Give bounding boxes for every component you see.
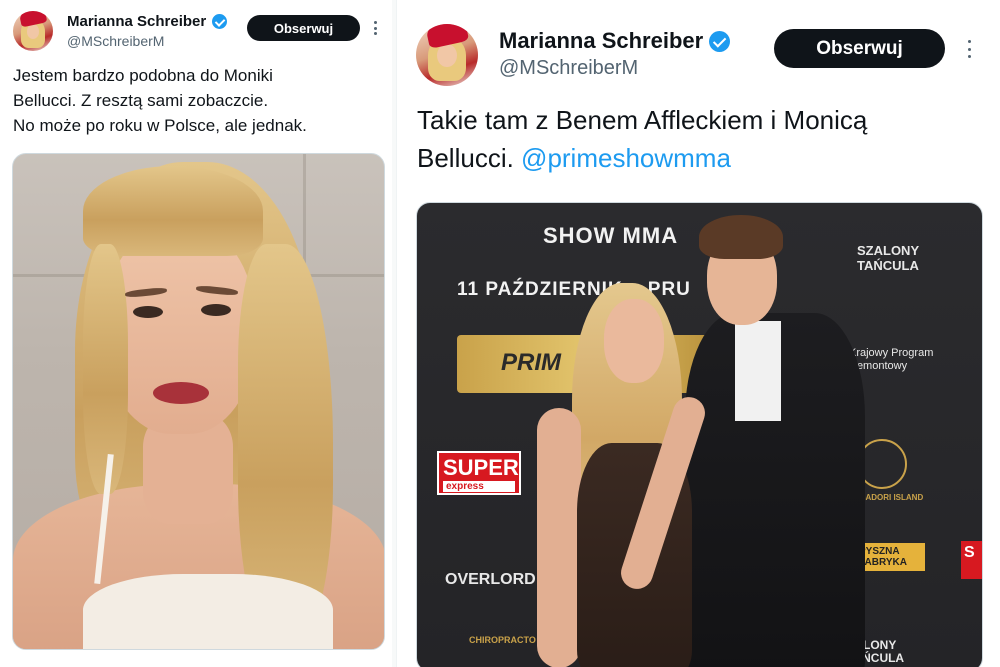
verified-badge-icon xyxy=(709,30,731,52)
pyszna-fabryka-tag: PYSZNA FABRYKA xyxy=(859,543,925,571)
tweet-left: Marianna Schreiber @MSchreiberM Obserwuj… xyxy=(0,0,392,667)
tweet-text-line: Takie tam z Benem Affleckiem i Monicą xyxy=(417,105,868,135)
tweet-text-line: Jestem bardzo podobna do Moniki xyxy=(13,66,273,85)
tweet-text: Jestem bardzo podobna do Moniki Bellucci… xyxy=(13,63,307,138)
mention-link[interactable]: @primeshowmma xyxy=(521,143,731,173)
event-photo[interactable]: SHOW MMA 11 PAŹDZIERNIK PRU PRIM SZALONY… xyxy=(416,202,983,667)
chiropractor-label: CHIROPRACTO xyxy=(469,635,536,645)
tweet-text-line: No może po roku w Polsce, ale jednak. xyxy=(13,116,307,135)
selfie-photo[interactable] xyxy=(12,153,385,650)
tweet-text-line: Bellucci. Z resztą sami zobaczcie. xyxy=(13,91,269,110)
follow-button[interactable]: Obserwuj xyxy=(247,15,360,41)
super-express-title: SUPER xyxy=(443,455,519,480)
prime-banner-text: PRIM xyxy=(501,349,561,376)
more-options-icon[interactable] xyxy=(967,40,971,58)
author-handle[interactable]: @MSchreiberM xyxy=(67,33,164,49)
overlord-logo: OVERLORD xyxy=(445,571,536,588)
author-handle[interactable]: @MSchreiberM xyxy=(499,57,638,80)
tweet-right: Marianna Schreiber @MSchreiberM Obserwuj… xyxy=(396,0,1000,667)
author-name[interactable]: Marianna Schreiber xyxy=(499,28,731,54)
author-name-text[interactable]: Marianna Schreiber xyxy=(499,28,703,54)
author-name[interactable]: Marianna Schreiber xyxy=(67,13,228,30)
super-express-sub: express xyxy=(443,481,515,492)
author-avatar[interactable] xyxy=(416,24,478,86)
verified-badge-icon xyxy=(212,14,228,29)
follow-button[interactable]: Obserwuj xyxy=(774,29,945,68)
sponsor-krajowy-program: Krajowy Program Remontowy xyxy=(849,347,934,372)
tweet-text-line: Bellucci. @primeshowmma xyxy=(417,139,867,177)
tweet-text-plain: Bellucci. xyxy=(417,143,522,173)
author-avatar[interactable] xyxy=(13,11,53,51)
tweet-text: Takie tam z Benem Affleckiem i Monicą Be… xyxy=(417,101,867,177)
more-options-icon[interactable] xyxy=(372,21,378,35)
se-small-tag: S xyxy=(961,541,982,579)
author-name-text[interactable]: Marianna Schreiber xyxy=(67,13,206,30)
sponsor-szalony-tancula: SZALONY TAŃCULA xyxy=(857,243,920,273)
photo-text-show-mma: SHOW MMA xyxy=(543,223,679,248)
super-express-logo: SUPER express xyxy=(437,451,521,495)
